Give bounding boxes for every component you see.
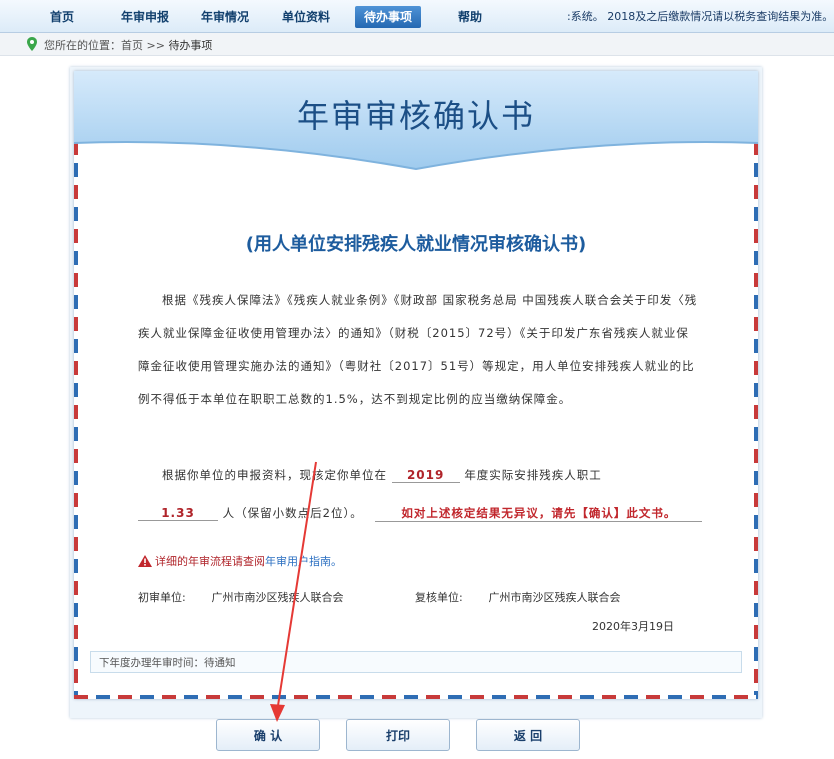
units-row: 初审单位: 广州市南沙区残疾人联合会 复核单位: 广州市南沙区残疾人联合会 [138,589,621,605]
nav-help[interactable]: 帮助 [445,6,495,28]
airmail-border-bottom [74,695,758,699]
airmail-border-right [754,141,758,699]
assessment-prefix: 根据你单位的申报资料，现核定你单位在 [162,468,387,482]
first-unit-value: 广州市南沙区残疾人联合会 [211,591,344,604]
certificate-title: 年审审核确认书 [296,97,535,135]
review-unit-value: 广州市南沙区残疾人联合会 [488,591,621,604]
nav-home[interactable]: 首页 [40,6,84,28]
breadcrumb-current: 待办事项 [168,39,213,52]
next-year-review-time: 下年度办理年审时间：待通知 [90,651,742,673]
nav-todo[interactable]: 待办事项 [355,6,421,28]
issue-date: 2020年3月19日 [592,620,674,633]
regulation-text: 根据《残疾人保障法》《残疾人就业条例》《财政部 国家税务总局 中国残疾人联合会关… [138,293,698,406]
count-line: 1.33 人（保留小数点后2位）。 如对上述核定结果无异议，请先【确认】此文书。 [138,505,703,522]
user-guide-link[interactable]: 年审用户指南。 [265,555,342,568]
count-suffix: 人（保留小数点后2位）。 [222,506,363,520]
certificate-card: 年审审核确认书 (用人单位安排残疾人就业情况审核确认书) 根据《残疾人保障法》《… [70,67,762,718]
nav-annual-status[interactable]: 年审情况 [192,6,258,28]
notice-text: :系统。 2018及之后缴款情况请以税务查询结果为准。 [567,10,834,23]
guide-prefix: 详细的年审流程请查阅 [155,555,265,568]
top-nav: 首页 年审申报 年审情况 单位资料 待办事项 帮助 :系统。 2018及之后缴款… [0,0,834,33]
assessment-line: 根据你单位的申报资料，现核定你单位在 2019 年度实际安排残疾人职工 [138,467,602,483]
guide-notice: 详细的年审流程请查阅年审用户指南。 [138,553,342,569]
breadcrumb: 您所在的位置：首页 >> 待办事项 [44,37,212,53]
nav-annual-declaration[interactable]: 年审申报 [112,6,178,28]
disabled-employee-count: 1.33 [138,506,218,521]
breadcrumb-bar: 您所在的位置：首页 >> 待办事项 [0,33,834,56]
confirm-note: 如对上述核定结果无异议，请先【确认】此文书。 [375,505,703,522]
nav-unit-info[interactable]: 单位资料 [273,6,339,28]
warning-icon [138,555,152,567]
regulation-paragraph: 根据《残疾人保障法》《残疾人就业条例》《财政部 国家税务总局 中国残疾人联合会关… [138,284,698,416]
airmail-border-left [74,141,78,699]
print-button[interactable]: 打印 [346,719,450,751]
review-unit-label: 复核单位: [415,591,463,604]
first-unit-label: 初审单位: [138,591,186,604]
confirm-button[interactable]: 确 认 [216,719,320,751]
breadcrumb-prefix: 您所在的位置：首页 >> [44,39,169,52]
assessment-year: 2019 [391,468,460,483]
assessment-suffix: 年度实际安排残疾人职工 [464,468,602,482]
back-button[interactable]: 返 回 [476,719,580,751]
location-pin-icon [27,37,37,51]
certificate-subtitle: (用人单位安排残疾人就业情况审核确认书) [245,234,587,255]
certificate-paper: 年审审核确认书 (用人单位安排残疾人就业情况审核确认书) 根据《残疾人保障法》《… [74,71,758,699]
